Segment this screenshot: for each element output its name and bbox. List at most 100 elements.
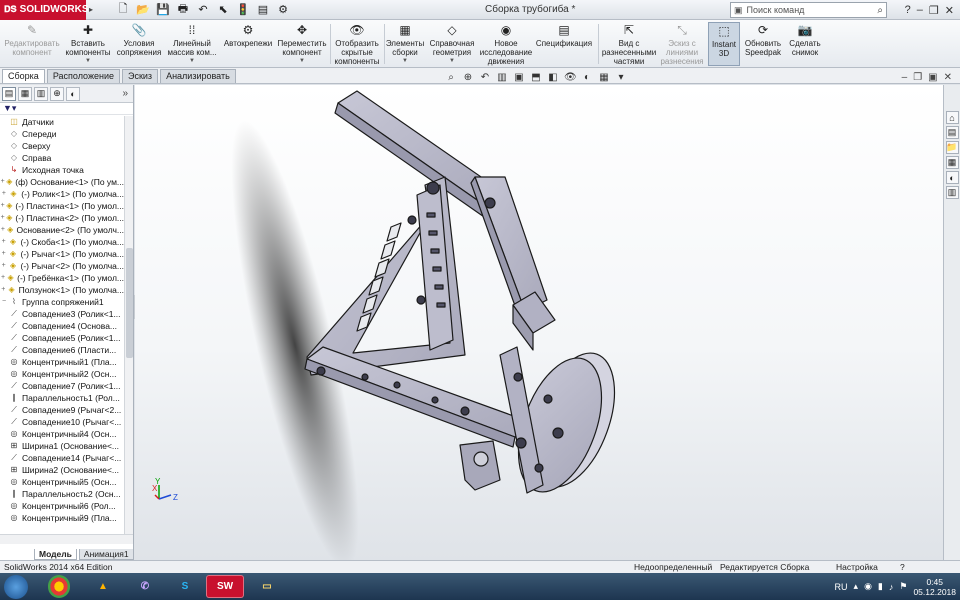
dynamic-annotation-icon[interactable]: ▣: [513, 72, 525, 83]
dimxpert-tab-icon[interactable]: ⊕: [50, 86, 64, 101]
tree-item[interactable]: + ◈ (ф) Основание<1> (По ум...: [0, 176, 124, 188]
tree-item[interactable]: ⟋ Совпадение3 (Ролик<1...: [0, 308, 124, 320]
tree-item[interactable]: + ◈ (-) Рычаг<2> (По умолча...: [0, 260, 124, 272]
tree-horizontal-scrollbar[interactable]: [0, 534, 133, 544]
tab-animation[interactable]: Анимация1: [78, 549, 134, 560]
tree-item[interactable]: + ◈ (-) Пластина<1> (По умол...: [0, 200, 124, 212]
tree-item[interactable]: ↳ Исходная точка: [0, 164, 124, 176]
options-icon[interactable]: ⚙: [276, 3, 290, 17]
tree-item[interactable]: + ◈ (-) Ролик<1> (По умолча...: [0, 188, 124, 200]
hide-show-items-icon[interactable]: 👁: [564, 72, 577, 83]
tree-item[interactable]: ⟋ Совпадение10 (Рычаг<...: [0, 416, 124, 428]
tree-item[interactable]: ◇ Справа: [0, 152, 124, 164]
tree-item[interactable]: ⊞ Ширина2 (Основание<...: [0, 464, 124, 476]
open-icon[interactable]: 📂: [136, 3, 150, 17]
minimize-icon[interactable]: –: [917, 4, 923, 16]
tree-item[interactable]: ∥ Параллельность1 (Рол...: [0, 392, 124, 404]
help-icon[interactable]: ?: [900, 562, 905, 572]
exploded-view-button[interactable]: ⇱ Вид с разнесенными частями: [601, 22, 657, 67]
tree-expand-icon[interactable]: +: [0, 284, 7, 296]
viewport-close-icon[interactable]: ✕: [944, 72, 952, 83]
new-document-icon[interactable]: 🗋: [116, 3, 130, 17]
tree-item[interactable]: + ◈ Ползунок<1> (По умолча...: [0, 284, 124, 296]
assembly-features-button[interactable]: ▦ Элементы сборки ▼: [386, 22, 424, 66]
previous-view-icon[interactable]: ↶: [479, 72, 491, 83]
file-properties-icon[interactable]: ▤: [256, 3, 270, 17]
chevron-down-icon[interactable]: ▼: [449, 57, 455, 66]
display-manager-tab-icon[interactable]: ◐: [66, 86, 80, 101]
edit-appearance-icon[interactable]: ◐: [581, 72, 593, 83]
tree-item[interactable]: ◇ Сверху: [0, 140, 124, 152]
tree-item[interactable]: ◎ Концентричный1 (Пла...: [0, 356, 124, 368]
save-icon[interactable]: 💾: [156, 3, 170, 17]
scrollbar-thumb[interactable]: [126, 248, 133, 358]
chevron-down-icon[interactable]: ▼: [85, 57, 91, 66]
tree-item[interactable]: ◎ Концентричный4 (Осн...: [0, 428, 124, 440]
view-orientation-icon[interactable]: ⬒: [530, 72, 542, 83]
tray-app-icon[interactable]: ◉: [864, 581, 872, 592]
tree-vertical-scrollbar[interactable]: [124, 116, 133, 534]
close-icon[interactable]: ✕: [945, 4, 954, 17]
viewport-restore-icon[interactable]: ❐: [913, 72, 922, 83]
rebuild-icon[interactable]: 🚦: [236, 3, 250, 17]
tree-item[interactable]: + ◈ (-) Пластина<2> (По умол...: [0, 212, 124, 224]
instant-3d-button[interactable]: ⬚ Instant 3D: [708, 22, 740, 66]
filter-icon[interactable]: ▼▾: [0, 103, 133, 115]
tab-assembly[interactable]: Сборка: [2, 69, 45, 83]
language-indicator[interactable]: RU: [835, 582, 848, 592]
undo-icon[interactable]: ↶: [196, 3, 210, 17]
print-icon[interactable]: 🖶: [176, 3, 190, 17]
select-icon[interactable]: ⬉: [216, 3, 230, 17]
configuration-manager-tab-icon[interactable]: ▥: [34, 86, 48, 101]
tree-expand-icon[interactable]: +: [0, 236, 7, 248]
custom-properties-icon[interactable]: ▥: [945, 186, 959, 199]
start-button[interactable]: [4, 575, 28, 599]
smart-fasteners-button[interactable]: ⚙ Автокрепежи: [220, 22, 276, 49]
viber-icon[interactable]: ✆: [126, 575, 164, 598]
tray-chevron-icon[interactable]: ▴: [854, 581, 859, 592]
skype-icon[interactable]: S: [166, 575, 204, 598]
search-icon[interactable]: ⌕: [877, 5, 883, 16]
tree-item[interactable]: ⟋ Совпадение14 (Рычаг<...: [0, 452, 124, 464]
tab-layout[interactable]: Расположение: [46, 69, 120, 83]
tree-item[interactable]: ⟋ Совпадение5 (Ролик<1...: [0, 332, 124, 344]
mate-button[interactable]: 📎 Условия сопряжения: [115, 22, 163, 58]
tree-item[interactable]: ⟋ Совпадение7 (Ролик<1...: [0, 380, 124, 392]
property-manager-tab-icon[interactable]: ▦: [18, 86, 32, 101]
tree-item[interactable]: − ⌇ Группа сопряжений1: [0, 296, 124, 308]
clock[interactable]: 0:45 05.12.2018: [913, 577, 956, 597]
menu-expand-icon[interactable]: ▸: [86, 5, 96, 14]
take-snapshot-button[interactable]: 📷 Сделать снимок: [786, 22, 824, 58]
solidworks-resources-icon[interactable]: ⌂: [945, 111, 959, 124]
tree-expand-icon[interactable]: +: [0, 248, 7, 260]
tree-item[interactable]: ◎ Концентричный2 (Осн...: [0, 368, 124, 380]
tree-item[interactable]: + ◈ (-) Рычаг<1> (По умолча...: [0, 248, 124, 260]
edit-component-button[interactable]: ✎ Редактировать компонент: [2, 22, 62, 58]
apply-scene-icon[interactable]: ▦: [598, 72, 610, 83]
help-icon[interactable]: ?: [905, 4, 911, 16]
file-explorer-taskbar-icon[interactable]: ▭: [248, 575, 286, 598]
design-library-icon[interactable]: ▤: [945, 126, 959, 139]
linear-pattern-button[interactable]: ⁞⁞ Линейный массив ком... ▼: [166, 22, 218, 66]
solidworks-taskbar-icon[interactable]: SW: [206, 575, 244, 598]
view-settings-icon[interactable]: ▾: [615, 72, 627, 83]
zoom-to-fit-icon[interactable]: ⌕: [445, 72, 457, 83]
status-settings[interactable]: Настройка: [836, 562, 878, 572]
tree-item[interactable]: ◇ Спереди: [0, 128, 124, 140]
solidworks-logo[interactable]: 𝐃𝐒 SOLIDWORKS: [0, 0, 89, 20]
tree-expand-icon[interactable]: −: [0, 296, 8, 308]
tree-item[interactable]: ⟋ Совпадение9 (Рычаг<2...: [0, 404, 124, 416]
tree-item[interactable]: ◎ Концентричный6 (Рол...: [0, 500, 124, 512]
tab-sketch[interactable]: Эскиз: [122, 69, 159, 83]
pipe-bender-model[interactable]: [304, 90, 631, 503]
tree-item[interactable]: ◎ Концентричный5 (Осн...: [0, 476, 124, 488]
tree-item[interactable]: + ◈ Основание<2> (По умолч...: [0, 224, 124, 236]
chevron-down-icon[interactable]: ▼: [299, 57, 305, 66]
view-palette-icon[interactable]: ▦: [945, 156, 959, 169]
show-hidden-components-button[interactable]: 👁 Отобразить скрытые компоненты: [333, 22, 381, 67]
move-component-button[interactable]: ✥ Переместить компонент ▼: [278, 22, 327, 66]
tree-item[interactable]: ⊞ Ширина1 (Основание<...: [0, 440, 124, 452]
chevron-down-icon[interactable]: ▼: [189, 57, 195, 66]
tree-item[interactable]: ⟋ Совпадение4 (Основа...: [0, 320, 124, 332]
feature-tree-tab-icon[interactable]: ▤: [2, 86, 16, 101]
